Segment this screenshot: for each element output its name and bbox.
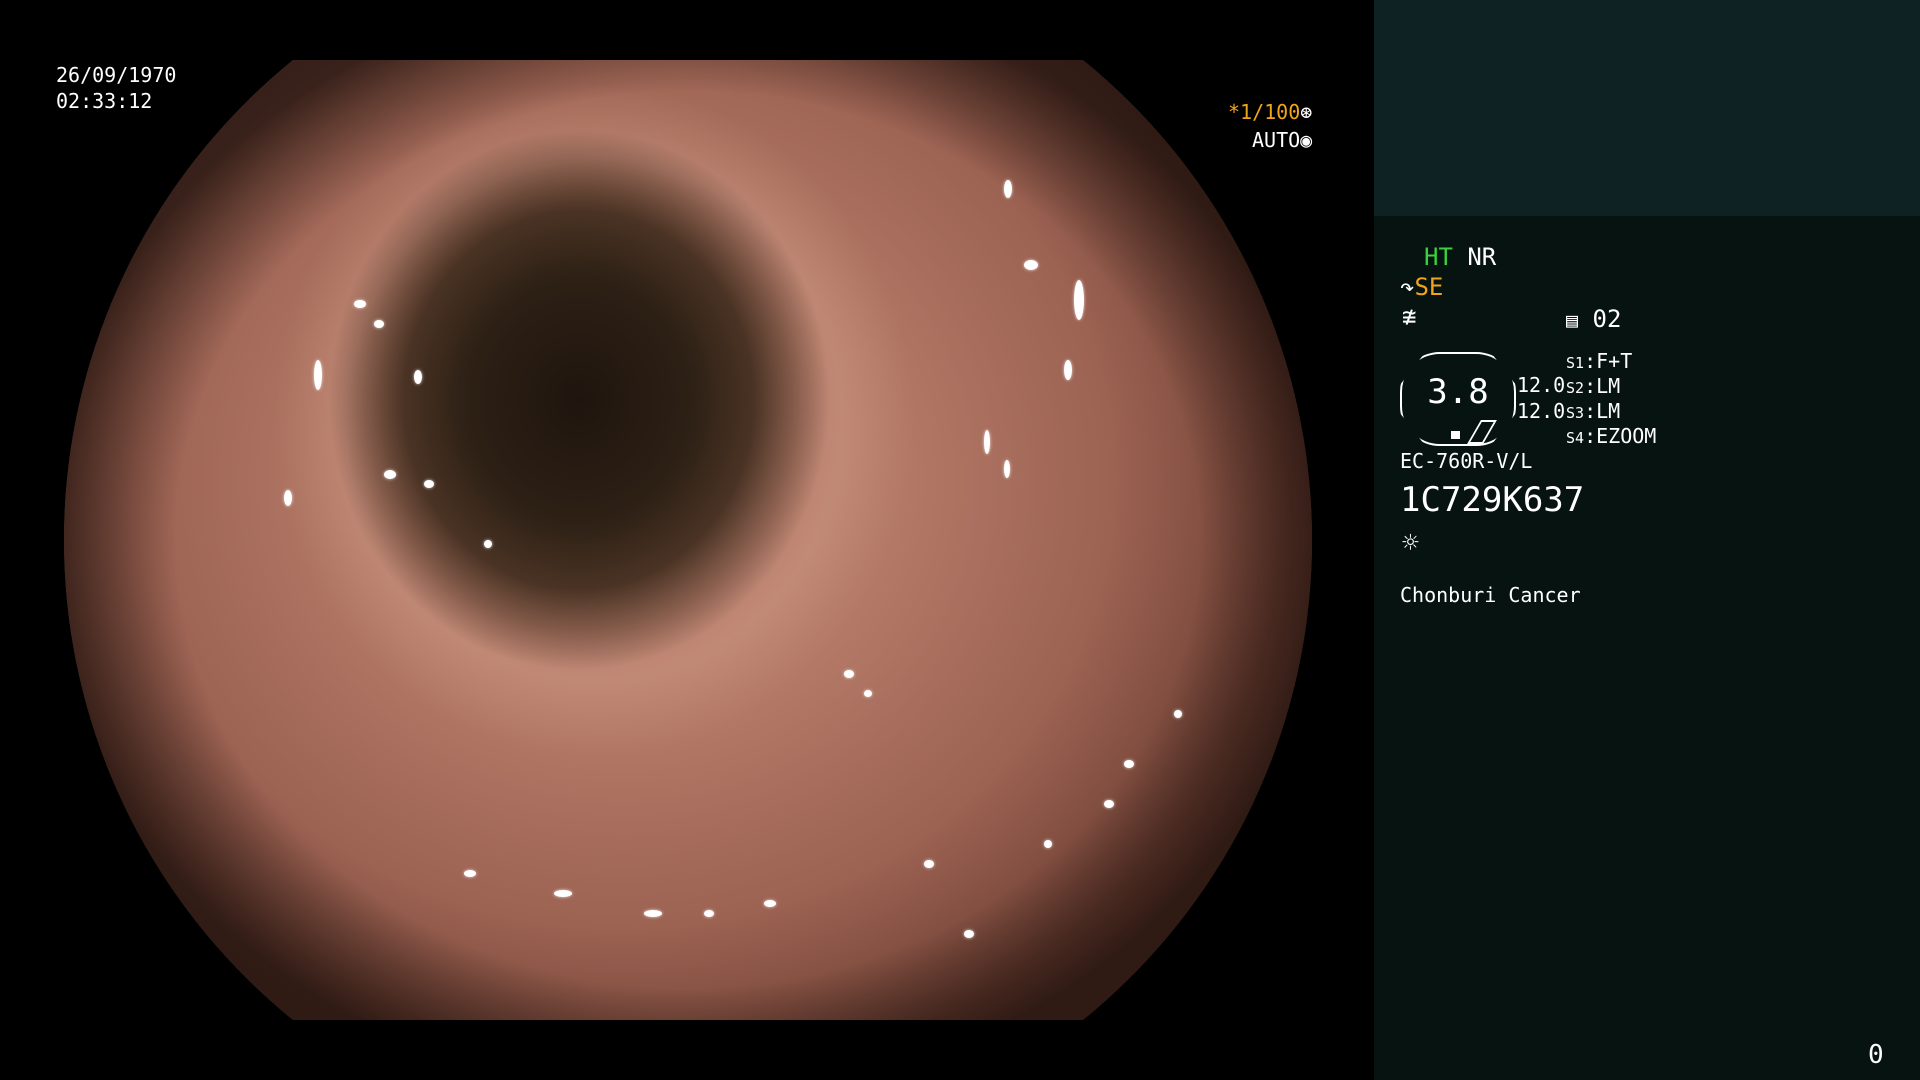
endoscopy-video-area: 26/09/1970 02:33:12 *1/100⊛ AUTO◉ — [0, 0, 1374, 1080]
specular-highlight — [554, 890, 572, 897]
specular-highlight — [1064, 360, 1072, 380]
memory-number: 02 — [1592, 305, 1622, 333]
specular-highlight — [1004, 180, 1012, 198]
switch-value: LM — [1596, 374, 1621, 398]
ht-indicator: HT — [1424, 243, 1453, 271]
brightness-gauge-value: 3.8 — [1427, 372, 1489, 412]
switch-label: S4 — [1566, 429, 1585, 447]
switch-row-2: S2:LM — [1566, 374, 1621, 398]
scope-serial: 1C729K637 — [1400, 480, 1585, 520]
switch-label: S1 — [1566, 354, 1585, 372]
specular-highlight — [354, 300, 366, 308]
specular-highlight — [1044, 840, 1052, 848]
nr-indicator: NR — [1467, 243, 1497, 271]
specular-highlight — [284, 490, 292, 506]
setting-value-1: 12.0 — [1517, 373, 1566, 397]
setting-value-2: 12.0 — [1517, 399, 1566, 423]
switch-value: LM — [1596, 399, 1621, 423]
iris-mode-value: AUTO — [1252, 128, 1301, 152]
specular-highlight — [984, 430, 990, 454]
specular-highlight — [704, 910, 714, 917]
iris-mode: AUTO◉ — [1252, 127, 1312, 153]
specular-highlight — [384, 470, 396, 479]
light-icon: ☼ — [1402, 526, 1419, 559]
switch-label: S2 — [1566, 379, 1585, 397]
image-mode-row: HT NR — [1424, 244, 1496, 270]
specular-highlight — [1124, 760, 1134, 768]
gauge-marker — [1451, 431, 1460, 439]
exam-time: 02:33:12 — [56, 89, 153, 113]
status-panel — [1374, 216, 1920, 1080]
specular-highlight — [1004, 460, 1010, 478]
endoscopic-image — [64, 60, 1312, 1020]
specular-highlight — [764, 900, 776, 907]
switch-label: S3 — [1566, 404, 1585, 422]
shutter-speed: *1/100⊛ — [1228, 99, 1312, 125]
edge-icon: ≇ — [1402, 303, 1417, 331]
specular-highlight — [844, 670, 854, 678]
specular-highlight — [1074, 280, 1084, 320]
iris-icon: ◉ — [1300, 128, 1313, 152]
enhance-icon: ↷ — [1400, 273, 1415, 301]
institution-name: Chonburi Cancer — [1400, 583, 1581, 607]
status-panel-header — [1374, 0, 1920, 216]
frame-counter: 0 — [1868, 1040, 1884, 1070]
specular-highlight — [644, 910, 662, 917]
memory-icon: ▤ — [1566, 308, 1579, 332]
switch-value: F+T — [1596, 349, 1633, 373]
specular-highlight — [484, 540, 492, 548]
scope-model: EC-760R-V/L — [1400, 449, 1533, 473]
specular-highlight — [864, 690, 872, 697]
se-indicator: SE — [1414, 273, 1444, 301]
se-row: ↷SE — [1400, 274, 1443, 300]
switch-row-4: S4:EZOOM — [1566, 424, 1657, 448]
shutter-icon: ⊛ — [1300, 100, 1313, 124]
specular-highlight — [924, 860, 934, 868]
specular-highlight — [1104, 800, 1114, 808]
specular-highlight — [464, 870, 476, 877]
switch-row-3: S3:LM — [1566, 399, 1621, 423]
switch-value: EZOOM — [1596, 424, 1657, 448]
specular-highlight — [414, 370, 422, 384]
specular-highlight — [1024, 260, 1038, 270]
specular-highlight — [374, 320, 384, 328]
image-vignette — [64, 60, 1312, 1020]
memory-row: ▤ 02 — [1566, 306, 1621, 333]
specular-highlight — [424, 480, 434, 488]
specular-highlight — [314, 360, 322, 390]
specular-highlight — [964, 930, 974, 938]
exam-date: 26/09/1970 — [56, 63, 177, 87]
specular-highlight — [1174, 710, 1182, 718]
shutter-value: *1/100 — [1228, 100, 1301, 124]
switch-row-1: S1:F+T — [1566, 349, 1633, 373]
